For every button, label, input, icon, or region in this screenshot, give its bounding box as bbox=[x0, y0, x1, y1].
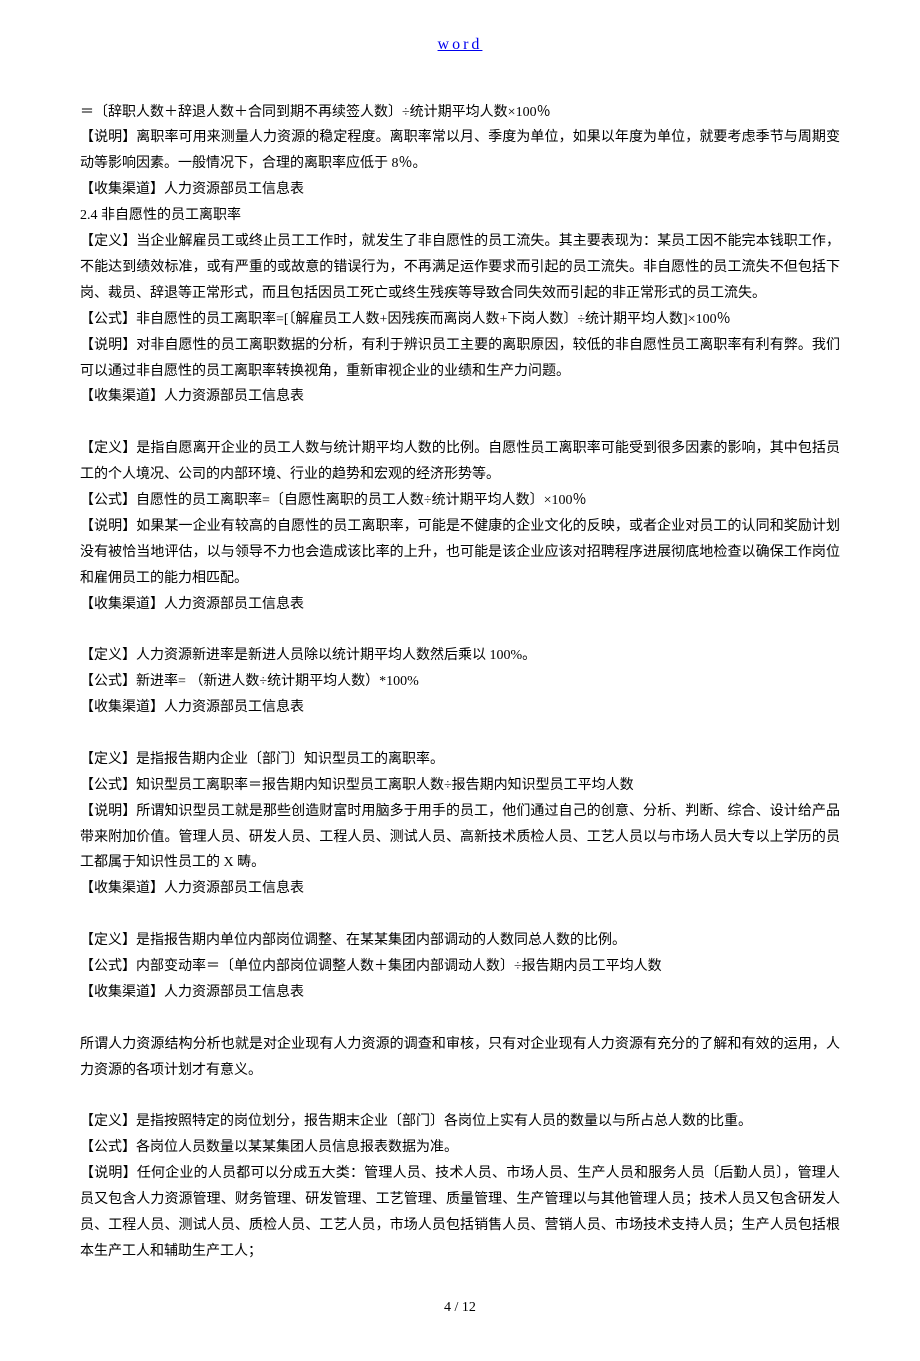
body-paragraph: 【收集渠道】人力资源部员工信息表 bbox=[80, 592, 840, 618]
body-paragraph: 所谓人力资源结构分析也就是对企业现有人力资源的调查和审核，只有对企业现有人力资源… bbox=[80, 1032, 840, 1084]
paragraph-spacer bbox=[80, 410, 840, 436]
body-paragraph: 【收集渠道】人力资源部员工信息表 bbox=[80, 384, 840, 410]
header-link-container: word bbox=[80, 30, 840, 60]
body-paragraph: 【收集渠道】人力资源部员工信息表 bbox=[80, 980, 840, 1006]
body-paragraph: 【定义】是指报告期内单位内部岗位调整、在某某集团内部调动的人数同总人数的比例。 bbox=[80, 928, 840, 954]
document-page: word ＝〔辞职人数＋辞退人数＋合同到期不再续签人数〕÷统计期平均人数×100… bbox=[0, 0, 920, 1361]
body-paragraph: 【收集渠道】人力资源部员工信息表 bbox=[80, 177, 840, 203]
body-paragraph: 【说明】任何企业的人员都可以分成五大类：管理人员、技术人员、市场人员、生产人员和… bbox=[80, 1161, 840, 1265]
body-paragraph: 【定义】是指按照特定的岗位划分，报告期末企业〔部门〕各岗位上实有人员的数量以与所… bbox=[80, 1109, 840, 1135]
body-paragraph: 【说明】离职率可用来测量人力资源的稳定程度。离职率常以月、季度为单位，如果以年度… bbox=[80, 125, 840, 177]
paragraph-spacer bbox=[80, 721, 840, 747]
paragraph-spacer bbox=[80, 617, 840, 643]
body-paragraph: 【公式】自愿性的员工离职率=〔自愿性离职的员工人数÷统计期平均人数〕×100％ bbox=[80, 488, 840, 514]
body-paragraph: 【定义】是指自愿离开企业的员工人数与统计期平均人数的比例。自愿性员工离职率可能受… bbox=[80, 436, 840, 488]
document-body: ＝〔辞职人数＋辞退人数＋合同到期不再续签人数〕÷统计期平均人数×100％ 【说明… bbox=[80, 100, 840, 1265]
body-paragraph: 【说明】对非自愿性的员工离职数据的分析，有利于辨识员工主要的离职原因，较低的非自… bbox=[80, 333, 840, 385]
paragraph-spacer bbox=[80, 1006, 840, 1032]
body-paragraph: 【公式】各岗位人员数量以某某集团人员信息报表数据为准。 bbox=[80, 1135, 840, 1161]
body-paragraph: 【说明】所谓知识型员工就是那些创造财富时用脑多于用手的员工，他们通过自己的创意、… bbox=[80, 799, 840, 877]
body-paragraph: 【收集渠道】人力资源部员工信息表 bbox=[80, 876, 840, 902]
body-paragraph: ＝〔辞职人数＋辞退人数＋合同到期不再续签人数〕÷统计期平均人数×100％ bbox=[80, 100, 840, 126]
body-paragraph: 【公式】内部变动率＝〔单位内部岗位调整人数＋集团内部调动人数〕÷报告期内员工平均… bbox=[80, 954, 840, 980]
body-paragraph: 2.4 非自愿性的员工离职率 bbox=[80, 203, 840, 229]
page-footer: 4 / 12 bbox=[80, 1295, 840, 1321]
body-paragraph: 【收集渠道】人力资源部员工信息表 bbox=[80, 695, 840, 721]
paragraph-spacer bbox=[80, 902, 840, 928]
header-word-link[interactable]: word bbox=[438, 36, 483, 53]
body-paragraph: 【定义】是指报告期内企业〔部门〕知识型员工的离职率。 bbox=[80, 747, 840, 773]
body-paragraph: 【公式】非自愿性的员工离职率=[〔解雇员工人数+因残疾而离岗人数+下岗人数〕÷统… bbox=[80, 307, 840, 333]
body-paragraph: 【定义】当企业解雇员工或终止员工工作时，就发生了非自愿性的员工流失。其主要表现为… bbox=[80, 229, 840, 307]
body-paragraph: 【公式】知识型员工离职率＝报告期内知识型员工离职人数÷报告期内知识型员工平均人数 bbox=[80, 773, 840, 799]
paragraph-spacer bbox=[80, 1083, 840, 1109]
body-paragraph: 【说明】如果某一企业有较高的自愿性的员工离职率，可能是不健康的企业文化的反映，或… bbox=[80, 514, 840, 592]
body-paragraph: 【定义】人力资源新进率是新进人员除以统计期平均人数然后乘以 100%。 bbox=[80, 643, 840, 669]
body-paragraph: 【公式】新进率= （新进人数÷统计期平均人数）*100% bbox=[80, 669, 840, 695]
